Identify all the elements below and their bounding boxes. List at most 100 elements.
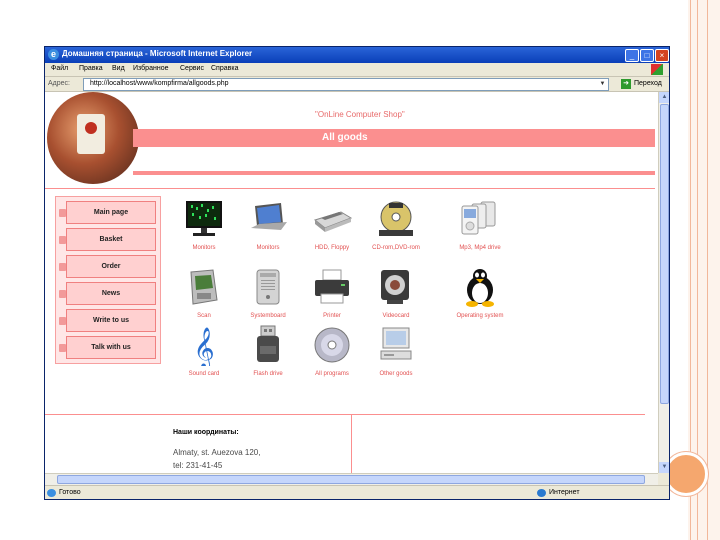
nav-basket[interactable]: Basket — [59, 228, 156, 251]
nav-label: Talk with us — [91, 344, 131, 351]
nav-label: News — [101, 290, 121, 297]
product-item[interactable]: HDD, Floppy — [297, 198, 361, 258]
product-label: Scan — [197, 313, 211, 319]
product-item[interactable]: Monitors — [169, 198, 233, 258]
menu-edit[interactable]: Правка — [79, 65, 103, 72]
nav-label: Write to us — [92, 317, 130, 324]
nav-marker-icon — [59, 236, 66, 244]
nav-news[interactable]: News — [59, 282, 156, 305]
scroll-down-icon[interactable]: ▼ — [659, 462, 669, 473]
sidebar: Main page Basket Order News Write to us … — [55, 196, 161, 364]
product-label: Monitors — [192, 245, 216, 251]
product-item[interactable]: Operating system — [445, 266, 509, 326]
minimize-button[interactable]: _ — [625, 49, 639, 62]
footer-phone: tel: 231-41-45 — [173, 461, 223, 470]
header-divider — [133, 171, 655, 175]
menu-help[interactable]: Справка — [211, 65, 238, 72]
close-button[interactable]: × — [655, 49, 669, 62]
nav-main-page[interactable]: Main page — [59, 201, 156, 224]
nav-marker-icon — [59, 344, 66, 352]
windows-flag-icon — [651, 64, 663, 75]
product-item[interactable]: Scan — [169, 266, 233, 326]
printer-icon — [311, 266, 353, 308]
address-label: Адрес: — [48, 80, 70, 87]
address-bar: Адрес: http://localhost/www/kompfirma/al… — [45, 77, 669, 92]
laptop-icon — [247, 198, 289, 240]
shop-slogan: "OnLine Computer Shop" — [315, 110, 405, 119]
footer-title: Наши координаты: — [173, 429, 239, 436]
flash-drive-icon — [247, 324, 289, 366]
address-input[interactable]: http://localhost/www/kompfirma/allgoods.… — [83, 78, 609, 91]
nav-label: Basket — [99, 236, 123, 243]
nav-marker-icon — [59, 290, 66, 298]
header-divider — [45, 188, 655, 189]
computer-case-icon — [247, 266, 289, 308]
footer-address: Almaty, st. Auezova 120, — [173, 448, 261, 457]
desktop-computer-icon — [375, 324, 417, 366]
horizontal-scrollbar[interactable] — [45, 473, 658, 485]
address-url: http://localhost/www/kompfirma/allgoods.… — [90, 80, 229, 87]
product-label: CD-rom,DVD-rom — [372, 245, 420, 251]
dvd-drive-icon — [375, 198, 417, 240]
nav-talk-with-us[interactable]: Talk with us — [59, 336, 156, 359]
product-label: Videocard — [382, 313, 410, 319]
nav-order[interactable]: Order — [59, 255, 156, 278]
address-dropdown-icon[interactable]: ▼ — [598, 79, 607, 90]
internet-zone-icon — [537, 489, 546, 497]
product-label: All programs — [315, 371, 349, 377]
product-label: Other goods — [379, 371, 413, 377]
product-item[interactable]: Systemboard — [233, 266, 297, 326]
shop-logo — [47, 92, 139, 184]
maximize-button[interactable]: □ — [640, 49, 654, 62]
handheld-scanner-icon — [183, 266, 225, 308]
product-item[interactable]: Printer — [297, 266, 361, 326]
menu-tools[interactable]: Сервис — [180, 65, 204, 72]
product-item[interactable]: Monitors — [233, 198, 297, 258]
menu-file[interactable]: Файл — [51, 65, 68, 72]
svg-text:𝄞: 𝄞 — [193, 327, 214, 366]
product-item[interactable]: 𝄞 Sound card — [169, 324, 233, 384]
ie-logo-icon: e — [48, 49, 59, 60]
product-item[interactable]: CD-rom,DVD-rom — [361, 198, 425, 258]
tux-penguin-icon — [459, 266, 501, 308]
product-item[interactable]: Other goods — [361, 324, 425, 384]
scroll-thumb[interactable] — [57, 475, 645, 484]
status-bar: Готово Интернет — [45, 485, 669, 499]
scroll-up-icon[interactable]: ▲ — [659, 92, 669, 103]
product-label: Monitors — [256, 245, 280, 251]
slide-decor-circle — [664, 452, 708, 496]
scroll-thumb[interactable] — [660, 104, 669, 404]
nav-marker-icon — [59, 263, 66, 271]
product-item[interactable]: All programs — [297, 324, 361, 384]
cd-disc-icon — [311, 324, 353, 366]
footer-column-divider — [351, 415, 352, 473]
menu-bar: Файл Правка Вид Избранное Сервис Справка — [45, 63, 669, 77]
product-item[interactable]: Videocard — [361, 266, 425, 326]
page-title: All goods — [322, 132, 368, 143]
nav-marker-icon — [59, 209, 66, 217]
webcam-icon — [375, 266, 417, 308]
product-label: Mp3, Mp4 drive — [459, 245, 501, 251]
product-label: Printer — [323, 313, 341, 319]
product-item[interactable]: Flash drive — [233, 324, 297, 384]
nav-write-to-us[interactable]: Write to us — [59, 309, 156, 332]
browser-window: e Домашняя страница - Microsoft Internet… — [44, 46, 670, 500]
go-arrow-icon[interactable]: ➜ — [621, 79, 631, 89]
page-icon — [47, 489, 56, 497]
heading-bar — [133, 129, 655, 147]
footer-divider — [45, 414, 645, 415]
product-label: HDD, Floppy — [314, 245, 350, 251]
go-button[interactable]: Переход — [634, 80, 662, 87]
menu-favorites[interactable]: Избранное — [133, 65, 168, 72]
menu-view[interactable]: Вид — [112, 65, 125, 72]
product-label: Operating system — [456, 313, 504, 319]
vertical-scrollbar[interactable]: ▲ ▼ — [658, 92, 669, 473]
ipod-icon — [459, 198, 501, 240]
title-bar: e Домашняя страница - Microsoft Internet… — [45, 47, 669, 63]
treble-clef-icon: 𝄞 — [183, 324, 225, 366]
product-label: Flash drive — [253, 371, 283, 377]
slide-decor-line — [707, 0, 708, 540]
product-item[interactable]: Mp3, Mp4 drive — [445, 198, 509, 258]
page-content: "OnLine Computer Shop" All goods Main pa… — [45, 92, 658, 473]
window-title: Домашняя страница - Microsoft Internet E… — [62, 49, 253, 58]
